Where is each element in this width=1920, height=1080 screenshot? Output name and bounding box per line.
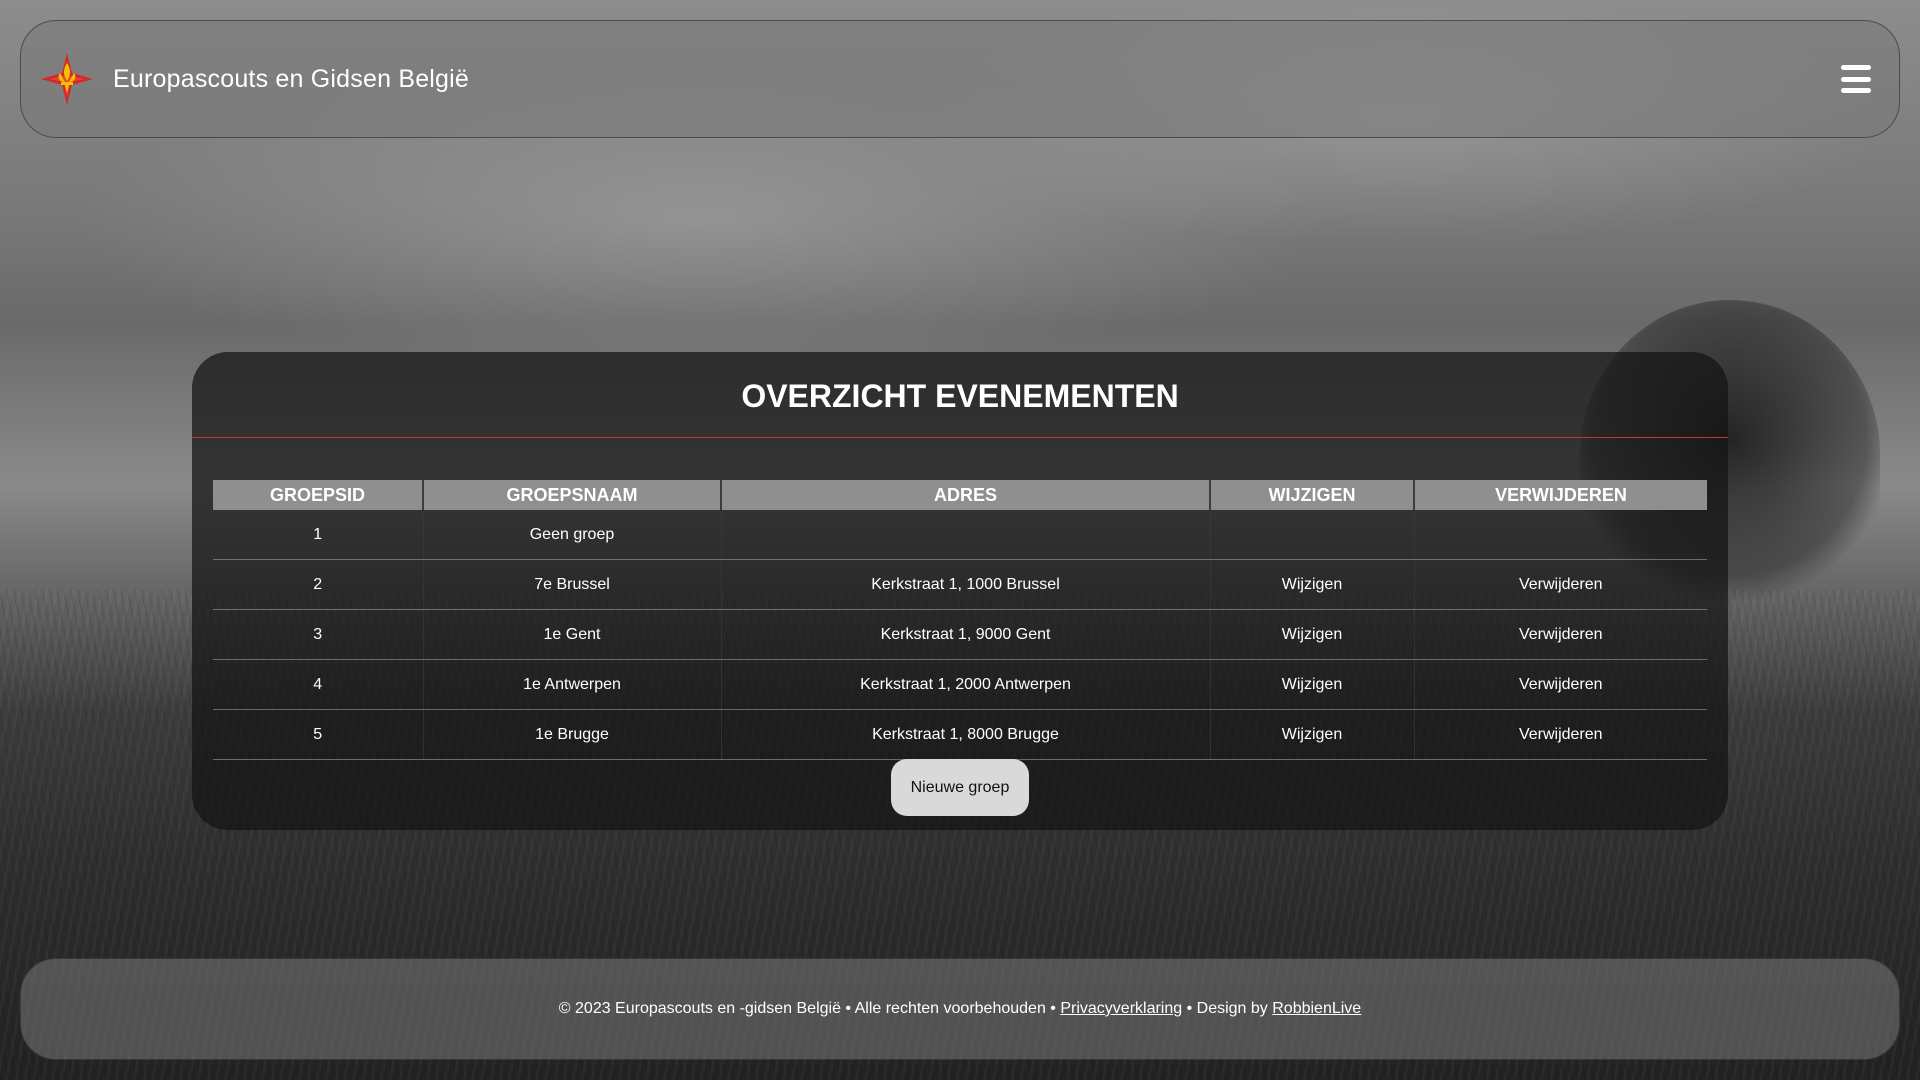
page-title: OVERZICHT EVENEMENTEN (192, 352, 1728, 438)
group-address: Kerkstraat 1, 8000 Brugge (721, 709, 1211, 760)
column-header-groepsid: GROEPSID (213, 480, 424, 510)
group-id: 3 (213, 609, 424, 660)
group-id: 5 (213, 709, 424, 760)
table-header-row: GROEPSID GROEPSNAAM ADRES WIJZIGEN VERWI… (213, 480, 1707, 510)
group-name: 7e Brussel (423, 559, 722, 610)
footer-copyright: © 2023 Europascouts en -gidsen België • … (558, 1000, 1056, 1017)
group-address: Kerkstraat 1, 9000 Gent (721, 609, 1211, 660)
group-address: Kerkstraat 1, 1000 Brussel (721, 559, 1211, 610)
edit-link[interactable]: Wijzigen (1282, 626, 1342, 643)
new-group-button[interactable]: Nieuwe groep (891, 759, 1029, 816)
group-address: Kerkstraat 1, 2000 Antwerpen (721, 659, 1211, 710)
delete-link[interactable]: Verwijderen (1519, 726, 1603, 743)
table-row: 2 7e Brussel Kerkstraat 1, 1000 Brussel … (213, 559, 1707, 610)
groups-table: GROEPSID GROEPSNAAM ADRES WIJZIGEN VERWI… (213, 480, 1707, 760)
column-header-adres: ADRES (721, 480, 1211, 510)
group-id: 4 (213, 659, 424, 710)
table-row: 1 Geen groep (213, 510, 1707, 560)
group-name: 1e Antwerpen (423, 659, 722, 710)
designer-link[interactable]: RobbienLive (1272, 1000, 1361, 1018)
group-id: 2 (213, 559, 424, 610)
table-row: 4 1e Antwerpen Kerkstraat 1, 2000 Antwer… (213, 659, 1707, 710)
delete-link[interactable]: Verwijderen (1519, 676, 1603, 693)
edit-cell (1210, 510, 1415, 560)
footer-design-prefix: • Design by (1182, 1000, 1273, 1017)
column-header-verwijderen: VERWIJDEREN (1414, 480, 1707, 510)
column-header-groepsnaam: GROEPSNAAM (423, 480, 722, 510)
group-name: Geen groep (423, 510, 722, 560)
edit-link[interactable]: Wijzigen (1282, 726, 1342, 743)
site-footer: © 2023 Europascouts en -gidsen België • … (20, 958, 1900, 1060)
group-address (721, 510, 1211, 560)
group-name: 1e Gent (423, 609, 722, 660)
delete-link[interactable]: Verwijderen (1519, 576, 1603, 593)
site-header: Europascouts en Gidsen België (20, 20, 1900, 138)
group-name: 1e Brugge (423, 709, 722, 760)
hamburger-menu-icon[interactable] (1841, 65, 1871, 93)
delete-cell (1414, 510, 1707, 560)
table-row: 5 1e Brugge Kerkstraat 1, 8000 Brugge Wi… (213, 709, 1707, 760)
edit-link[interactable]: Wijzigen (1282, 676, 1342, 693)
site-brand[interactable]: Europascouts en Gidsen België (113, 65, 469, 94)
table-row: 3 1e Gent Kerkstraat 1, 9000 Gent Wijzig… (213, 609, 1707, 660)
edit-link[interactable]: Wijzigen (1282, 576, 1342, 593)
delete-link[interactable]: Verwijderen (1519, 626, 1603, 643)
column-header-wijzigen: WIJZIGEN (1210, 480, 1415, 510)
privacy-link[interactable]: Privacyverklaring (1060, 1000, 1182, 1018)
group-id: 1 (213, 510, 424, 560)
scout-lily-star-icon[interactable] (39, 51, 95, 107)
